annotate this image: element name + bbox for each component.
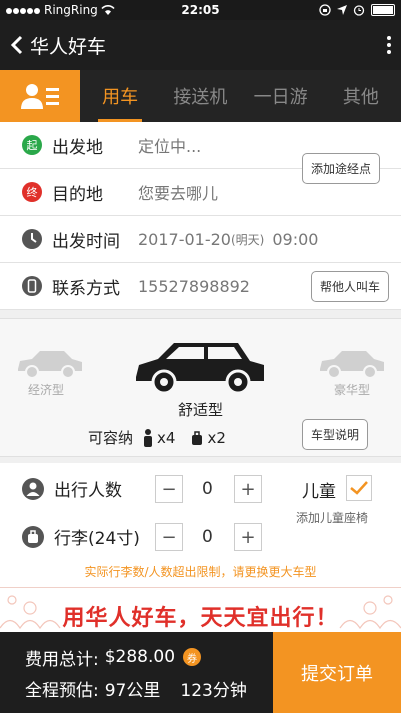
trip-form: 起 出发地 定位中... 终 目的地 您要去哪儿 添加途经点 出发时间 2017…: [0, 122, 401, 310]
child-seat-label: 添加儿童座椅: [296, 511, 369, 525]
contact-phone: 15527898892: [138, 276, 250, 296]
luggage-count: 0: [202, 527, 213, 547]
clock: 22:05: [181, 3, 220, 17]
luggage-decrement-button[interactable]: −: [155, 523, 183, 551]
clock-icon: [22, 229, 42, 249]
nav-bar: 华人好车: [0, 20, 401, 70]
tab-car[interactable]: 用车: [80, 70, 160, 122]
origin-value: 定位中...: [138, 137, 202, 156]
depart-day-note: (明天): [230, 232, 265, 247]
luxury-car-icon[interactable]: [318, 347, 386, 379]
estimate-label: 全程预估:: [25, 680, 99, 701]
tab-other[interactable]: 其他: [321, 70, 401, 122]
back-chevron-icon[interactable]: [10, 35, 24, 55]
capacity-persons: x4: [157, 428, 176, 447]
submit-order-button[interactable]: 提交订单: [273, 632, 401, 713]
luggage-increment-button[interactable]: +: [234, 523, 262, 551]
cost-label: 费用总计:: [25, 649, 99, 670]
passenger-section: 出行人数 − 0 + 行李(24寸) − 0 + 儿童 添加儿童座椅 实际行李数…: [0, 463, 401, 587]
user-menu-button[interactable]: [0, 70, 80, 122]
slogan-text: 用华人好车，天天宜出行！: [62, 605, 339, 631]
capacity-info: 可容纳 x4 x2: [88, 427, 226, 448]
person-circle-icon: [22, 477, 44, 500]
estimate-duration: 123分钟: [180, 680, 247, 701]
luggage-label: 行李(24寸): [54, 529, 140, 549]
tab-airport-transfer[interactable]: 接送机: [160, 70, 240, 122]
comfort-car-icon[interactable]: [134, 337, 266, 395]
cost-summary: 费用总计: $288.00 券 全程预估: 97公里 123分钟: [0, 632, 273, 713]
depart-clock: 09:00: [272, 229, 319, 249]
car-type-explain-button[interactable]: 车型说明: [302, 419, 369, 450]
user-list-icon: [21, 84, 59, 109]
car-type-selector: 经济型 舒适型 豪华型 可容纳 x4 x2 车型说明: [0, 318, 401, 457]
people-decrement-button[interactable]: −: [155, 475, 183, 503]
destination-input: 您要去哪儿: [138, 184, 219, 203]
people-label: 出行人数: [54, 481, 122, 501]
luggage-circle-icon: [22, 525, 44, 548]
child-label: 儿童: [302, 482, 336, 502]
comfort-car-label: 舒适型: [178, 401, 224, 419]
estimate-row: 全程预估: 97公里 123分钟: [25, 672, 273, 704]
battery-icon: [371, 4, 395, 16]
phone-icon: [22, 276, 42, 296]
child-seat-checkbox[interactable]: [346, 475, 372, 501]
destination-badge-icon: 终: [22, 182, 42, 202]
capacity-warning: 实际行李数/人数超出限制，请更换更大车型: [84, 565, 317, 579]
people-count: 0: [202, 479, 213, 499]
origin-badge-icon: 起: [22, 135, 42, 155]
person-icon: [144, 428, 153, 447]
service-tabs: 用车 接送机 一日游 其他: [0, 70, 401, 122]
luggage-icon: [192, 430, 203, 445]
people-increment-button[interactable]: +: [234, 475, 262, 503]
coupon-badge[interactable]: 券: [183, 648, 202, 666]
people-row: 出行人数: [22, 476, 122, 501]
depart-date: 2017-01-20: [138, 229, 231, 249]
cost-row: 费用总计: $288.00 券: [25, 642, 273, 672]
depart-time-row[interactable]: 出发时间 2017-01-20 (明天) 09:00: [0, 216, 401, 263]
call-for-others-button[interactable]: 帮他人叫车: [310, 270, 389, 302]
origin-label: 出发地: [52, 137, 103, 158]
contact-label: 联系方式: [52, 278, 120, 299]
luxury-car-label: 豪华型: [334, 383, 371, 397]
economy-car-icon[interactable]: [16, 347, 84, 379]
cost-value: $288.00: [104, 647, 176, 667]
add-stop-button[interactable]: 添加途经点: [302, 153, 381, 184]
capacity-bags: x2: [207, 428, 226, 447]
estimate-distance: 97公里: [104, 680, 161, 701]
page-title: 华人好车: [30, 35, 107, 58]
more-options-icon[interactable]: [387, 36, 391, 54]
depart-time-label: 出发时间: [52, 231, 120, 252]
check-icon: [350, 481, 368, 495]
destination-label: 目的地: [52, 184, 103, 205]
status-bar: RingRing 22:05: [0, 0, 401, 20]
luggage-row: 行李(24寸): [22, 524, 140, 549]
tab-day-tour[interactable]: 一日游: [241, 70, 321, 122]
contact-row[interactable]: 联系方式 15527898892 帮他人叫车: [0, 263, 401, 310]
capacity-label: 可容纳: [88, 429, 134, 447]
order-footer: 费用总计: $288.00 券 全程预估: 97公里 123分钟 提交订单: [0, 632, 401, 713]
economy-car-label: 经济型: [28, 383, 65, 397]
